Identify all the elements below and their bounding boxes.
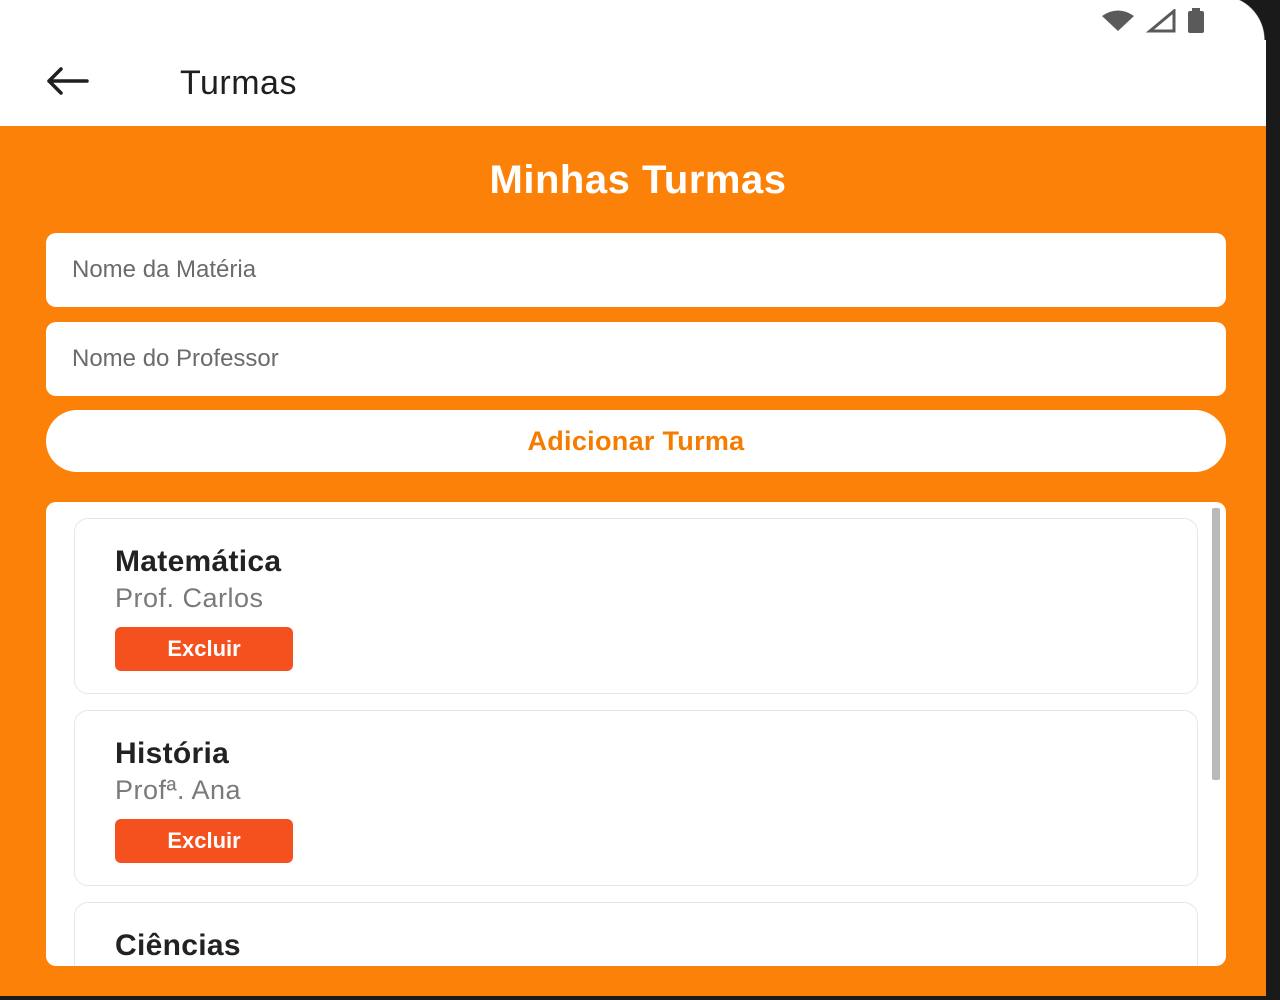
back-button[interactable]: [44, 66, 90, 100]
app-bar: Turmas: [0, 40, 1266, 126]
delete-class-button[interactable]: Excluir: [115, 819, 293, 863]
class-subject: História: [115, 737, 230, 770]
phone-screen: Turmas Minhas Turmas Adicionar Turma Mat…: [0, 0, 1280, 1000]
delete-class-button[interactable]: Excluir: [115, 627, 293, 671]
device-frame-bottom: [0, 996, 1280, 1000]
battery-icon: [1186, 8, 1206, 34]
class-card: Matemática Prof. Carlos Excluir: [74, 518, 1198, 694]
class-list[interactable]: Matemática Prof. Carlos Excluir História…: [46, 502, 1226, 966]
class-card: Ciências: [74, 902, 1198, 966]
device-frame-corner: [1220, 0, 1280, 40]
wifi-icon: [1100, 9, 1136, 33]
content-area: Minhas Turmas Adicionar Turma Matemática…: [0, 126, 1276, 996]
status-bar: [0, 0, 1266, 40]
add-class-button[interactable]: Adicionar Turma: [46, 410, 1226, 472]
signal-icon: [1146, 9, 1176, 33]
arrow-left-icon: [45, 66, 89, 101]
scrollbar-thumb[interactable]: [1212, 508, 1220, 780]
teacher-name-input[interactable]: [46, 322, 1226, 396]
app-title: Turmas: [180, 64, 297, 102]
class-subject: Ciências: [115, 929, 241, 962]
class-teacher: Profª. Ana: [115, 775, 242, 805]
status-icons: [1100, 8, 1206, 34]
device-frame-edge: [1266, 0, 1280, 1000]
subject-name-input[interactable]: [46, 233, 1226, 307]
class-subject: Matemática: [115, 545, 282, 578]
scrollbar[interactable]: [1212, 502, 1224, 966]
class-teacher: Prof. Carlos: [115, 583, 264, 613]
page-title: Minhas Turmas: [489, 158, 787, 202]
class-card: História Profª. Ana Excluir: [74, 710, 1198, 886]
